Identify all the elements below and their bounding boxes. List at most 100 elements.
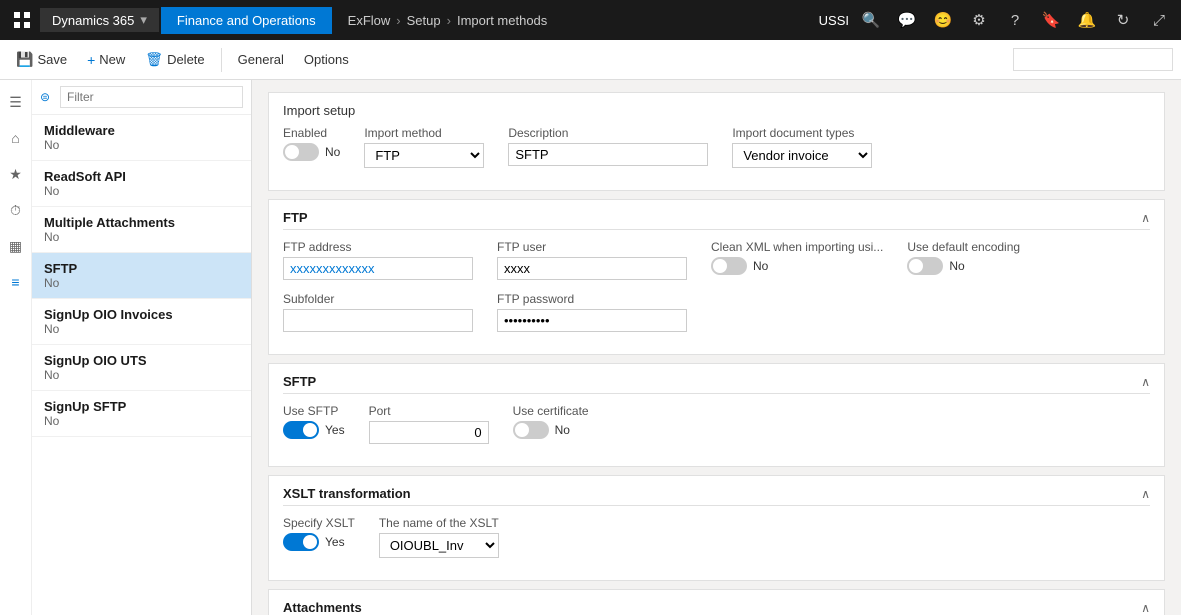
item-sub: No bbox=[44, 230, 239, 244]
emoji-icon[interactable]: 😊 bbox=[929, 6, 957, 34]
description-input[interactable] bbox=[508, 143, 708, 166]
use-cert-value: No bbox=[555, 423, 570, 437]
item-name: ReadSoft API bbox=[44, 169, 239, 184]
top-navigation: Dynamics 365 ▾ Finance and Operations Ex… bbox=[0, 0, 1181, 40]
attachments-section-title: Attachments bbox=[283, 600, 362, 615]
use-cert-field: Use certificate No bbox=[513, 404, 589, 444]
attachments-section: Attachments ∧ Process attachments Yes At… bbox=[268, 589, 1165, 615]
enabled-toggle-row: No bbox=[283, 143, 340, 161]
enabled-value: No bbox=[325, 145, 340, 159]
sidebar-list-icon[interactable]: ≡ bbox=[2, 268, 30, 296]
help-icon[interactable]: ? bbox=[1001, 6, 1029, 34]
name-of-xslt-select[interactable]: OIOUBL_Inv Other bbox=[379, 533, 499, 558]
breadcrumb-setup[interactable]: Setup bbox=[407, 13, 441, 28]
specify-xslt-toggle[interactable] bbox=[283, 533, 319, 551]
list-item[interactable]: SignUp SFTP No bbox=[32, 391, 251, 437]
list-filter-area: ⊜ bbox=[32, 80, 251, 115]
delete-icon: 🗑 bbox=[145, 51, 163, 68]
brand-text: Dynamics 365 bbox=[52, 13, 134, 28]
ftp-password-field: FTP password bbox=[497, 292, 687, 332]
refresh-icon[interactable]: ↻ bbox=[1109, 6, 1137, 34]
enabled-field: Enabled No bbox=[283, 126, 340, 168]
sidebar-clock-icon[interactable]: ⏱ bbox=[2, 196, 30, 224]
sidebar-home-icon[interactable]: ⌂ bbox=[2, 124, 30, 152]
sftp-collapse-icon[interactable]: ∧ bbox=[1141, 375, 1150, 389]
filter-input[interactable] bbox=[60, 86, 243, 108]
list-item[interactable]: SignUp OIO UTS No bbox=[32, 345, 251, 391]
subfolder-input[interactable] bbox=[283, 309, 473, 332]
use-default-encoding-toggle[interactable] bbox=[907, 257, 943, 275]
port-input[interactable] bbox=[369, 421, 489, 444]
delete-button[interactable]: 🗑 Delete bbox=[137, 47, 212, 72]
attachments-section-header: Attachments ∧ bbox=[283, 600, 1150, 615]
ftp-user-input[interactable] bbox=[497, 257, 687, 280]
import-method-select[interactable]: FTP SFTP Email SharePoint bbox=[364, 143, 484, 168]
port-label: Port bbox=[369, 404, 489, 418]
import-doc-types-select[interactable]: Vendor invoice Other bbox=[732, 143, 872, 168]
use-sftp-toggle[interactable] bbox=[283, 421, 319, 439]
use-default-encoding-label: Use default encoding bbox=[907, 240, 1020, 254]
sftp-section: SFTP ∧ Use SFTP Yes Port Use certificate bbox=[268, 363, 1165, 467]
item-name: SignUp SFTP bbox=[44, 399, 239, 414]
expand-icon[interactable]: ⤢ bbox=[1145, 6, 1173, 34]
module-name[interactable]: Finance and Operations bbox=[161, 7, 332, 34]
delete-label: Delete bbox=[167, 52, 205, 67]
ftp-password-input[interactable] bbox=[497, 309, 687, 332]
search-input[interactable] bbox=[1013, 48, 1173, 71]
xslt-collapse-icon[interactable]: ∧ bbox=[1141, 487, 1150, 501]
use-cert-toggle-row: No bbox=[513, 421, 589, 439]
import-setup-row: Enabled No Import method FTP SFTP Email … bbox=[283, 126, 1150, 168]
user-name: USSI bbox=[819, 13, 849, 28]
general-label: General bbox=[238, 52, 284, 67]
enabled-toggle[interactable] bbox=[283, 143, 319, 161]
xslt-row1: Specify XSLT Yes The name of the XSLT OI… bbox=[283, 516, 1150, 558]
apps-grid-icon[interactable] bbox=[8, 6, 36, 34]
list-item[interactable]: ReadSoft API No bbox=[32, 161, 251, 207]
breadcrumb-exflow[interactable]: ExFlow bbox=[348, 13, 391, 28]
item-name: Multiple Attachments bbox=[44, 215, 239, 230]
list-item-sftp[interactable]: SFTP No bbox=[32, 253, 251, 299]
attachments-collapse-icon[interactable]: ∧ bbox=[1141, 601, 1150, 615]
use-default-encoding-toggle-row: No bbox=[907, 257, 1020, 275]
general-button[interactable]: General bbox=[230, 48, 292, 71]
toolbar-separator bbox=[221, 48, 222, 72]
sidebar-grid-icon[interactable]: ▦ bbox=[2, 232, 30, 260]
item-sub: No bbox=[44, 184, 239, 198]
clean-xml-field: Clean XML when importing usi... No bbox=[711, 240, 883, 280]
ftp-row2: Subfolder FTP password bbox=[283, 292, 1150, 332]
specify-xslt-field: Specify XSLT Yes bbox=[283, 516, 355, 558]
clean-xml-value: No bbox=[753, 259, 768, 273]
toolbar: 💾 Save + New 🗑 Delete General Options bbox=[0, 40, 1181, 80]
list-item[interactable]: Multiple Attachments No bbox=[32, 207, 251, 253]
item-name: SignUp OIO UTS bbox=[44, 353, 239, 368]
breadcrumb-import-methods[interactable]: Import methods bbox=[457, 13, 547, 28]
options-button[interactable]: Options bbox=[296, 48, 357, 71]
ftp-user-field: FTP user bbox=[497, 240, 687, 280]
ftp-address-input[interactable] bbox=[283, 257, 473, 280]
bookmark-icon[interactable]: 🔖 bbox=[1037, 6, 1065, 34]
search-nav-icon[interactable]: 🔍 bbox=[857, 6, 885, 34]
ftp-collapse-icon[interactable]: ∧ bbox=[1141, 211, 1150, 225]
list-item[interactable]: Middleware No bbox=[32, 115, 251, 161]
clean-xml-toggle[interactable] bbox=[711, 257, 747, 275]
brand-logo[interactable]: Dynamics 365 ▾ bbox=[40, 8, 159, 32]
xslt-section-header: XSLT transformation ∧ bbox=[283, 486, 1150, 506]
save-button[interactable]: 💾 Save bbox=[8, 47, 75, 72]
use-default-encoding-field: Use default encoding No bbox=[907, 240, 1020, 280]
list-item[interactable]: SignUp OIO Invoices No bbox=[32, 299, 251, 345]
item-sub: No bbox=[44, 322, 239, 336]
toolbar-search-area bbox=[1013, 48, 1173, 71]
use-cert-toggle[interactable] bbox=[513, 421, 549, 439]
subfolder-field: Subfolder bbox=[283, 292, 473, 332]
use-sftp-field: Use SFTP Yes bbox=[283, 404, 345, 444]
sftp-section-title: SFTP bbox=[283, 374, 316, 389]
notification-icon[interactable]: 🔔 bbox=[1073, 6, 1101, 34]
settings-icon[interactable]: ⚙ bbox=[965, 6, 993, 34]
new-button[interactable]: + New bbox=[79, 48, 133, 72]
chat-icon[interactable]: 💬 bbox=[893, 6, 921, 34]
ftp-password-label: FTP password bbox=[497, 292, 687, 306]
main-layout: ☰ ⌂ ★ ⏱ ▦ ≡ ⊜ Middleware No ReadSoft API… bbox=[0, 80, 1181, 615]
ftp-section-header: FTP ∧ bbox=[283, 210, 1150, 230]
sidebar-menu-icon[interactable]: ☰ bbox=[2, 88, 30, 116]
sidebar-star-icon[interactable]: ★ bbox=[2, 160, 30, 188]
